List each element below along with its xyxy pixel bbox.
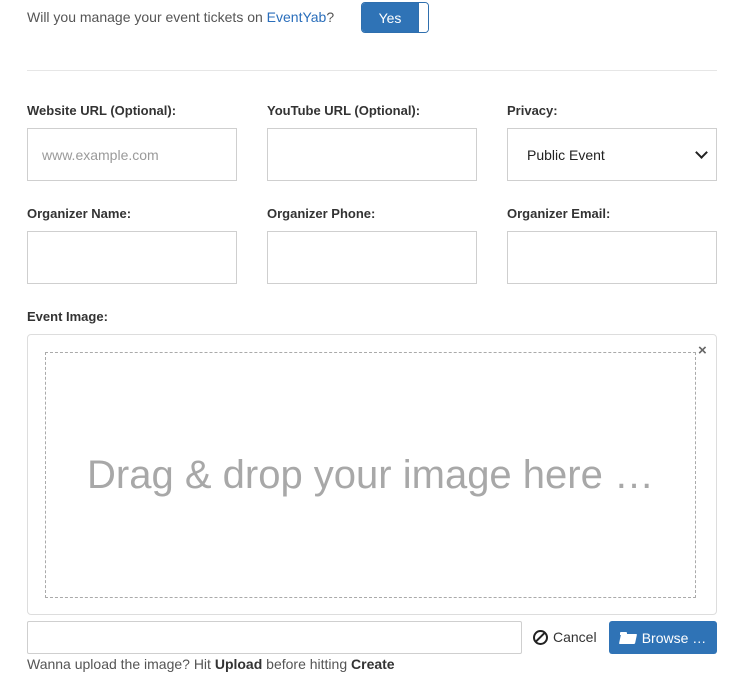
organizer-name-input[interactable] — [27, 231, 237, 284]
hint-upload-word: Upload — [214, 656, 263, 672]
event-image-label: Event Image: — [27, 309, 108, 324]
drop-zone-text: Drag & drop your image here … — [87, 452, 654, 497]
privacy-label: Privacy: — [507, 103, 558, 118]
toggle-yes-label: Yes — [362, 3, 418, 32]
cancel-label: Cancel — [553, 629, 597, 645]
organizer-name-label: Organizer Name: — [27, 206, 132, 221]
selected-file-name-field[interactable] — [27, 621, 522, 654]
toggle-knob — [418, 3, 428, 32]
chevron-down-icon — [695, 146, 708, 159]
organizer-phone-input[interactable] — [267, 231, 477, 284]
eventyab-link[interactable]: EventYab — [267, 9, 327, 25]
upload-hint: Wanna upload the image? Hit Upload befor… — [27, 656, 395, 672]
privacy-select[interactable]: Public Event — [507, 128, 717, 181]
close-icon[interactable]: × — [698, 342, 707, 359]
cancel-button[interactable]: Cancel — [533, 629, 597, 645]
manage-tickets-toggle[interactable]: Yes — [361, 2, 429, 33]
divider — [27, 70, 717, 71]
browse-label: Browse … — [641, 629, 707, 646]
youtube-url-label: YouTube URL (Optional): — [267, 103, 421, 118]
hint-create-word: Create — [351, 656, 395, 672]
website-url-label: Website URL (Optional): — [27, 103, 177, 118]
folder-open-icon — [619, 631, 636, 644]
website-url-input[interactable] — [27, 128, 237, 181]
manage-tickets-question: Will you manage your event tickets on Ev… — [27, 9, 335, 25]
organizer-email-label: Organizer Email: — [507, 206, 611, 221]
organizer-phone-label: Organizer Phone: — [267, 206, 376, 221]
organizer-email-input[interactable] — [507, 231, 717, 284]
youtube-url-input[interactable] — [267, 128, 477, 181]
privacy-select-value: Public Event — [527, 146, 605, 163]
browse-button[interactable]: Browse … — [609, 621, 717, 654]
image-drop-zone[interactable]: Drag & drop your image here … — [45, 352, 696, 598]
ban-icon — [533, 629, 548, 645]
